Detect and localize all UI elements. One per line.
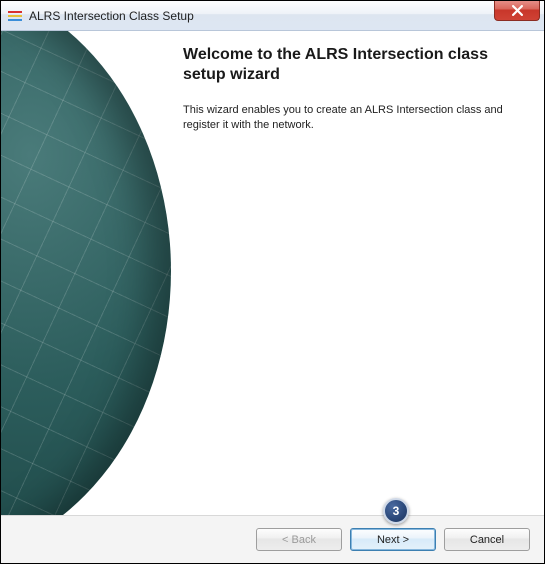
- titlebar: ALRS Intersection Class Setup: [1, 1, 544, 31]
- close-icon: [512, 5, 523, 16]
- next-button[interactable]: Next >: [350, 528, 436, 551]
- button-bar: 3 < Back Next > Cancel: [1, 515, 544, 563]
- content-area: Welcome to the ALRS Intersection class s…: [1, 31, 544, 515]
- page-description: This wizard enables you to create an ALR…: [183, 103, 526, 133]
- cancel-button[interactable]: Cancel: [444, 528, 530, 551]
- app-icon: [7, 8, 23, 24]
- callout-badge: 3: [383, 498, 409, 524]
- main-panel: Welcome to the ALRS Intersection class s…: [173, 31, 544, 515]
- wizard-window: ALRS Intersection Class Setup Welcome to…: [0, 0, 545, 564]
- window-title: ALRS Intersection Class Setup: [29, 9, 194, 23]
- wizard-sidebar-image: [1, 31, 173, 515]
- map-graphic: [1, 31, 171, 515]
- page-title: Welcome to the ALRS Intersection class s…: [183, 45, 526, 85]
- close-button[interactable]: [494, 1, 540, 21]
- back-button[interactable]: < Back: [256, 528, 342, 551]
